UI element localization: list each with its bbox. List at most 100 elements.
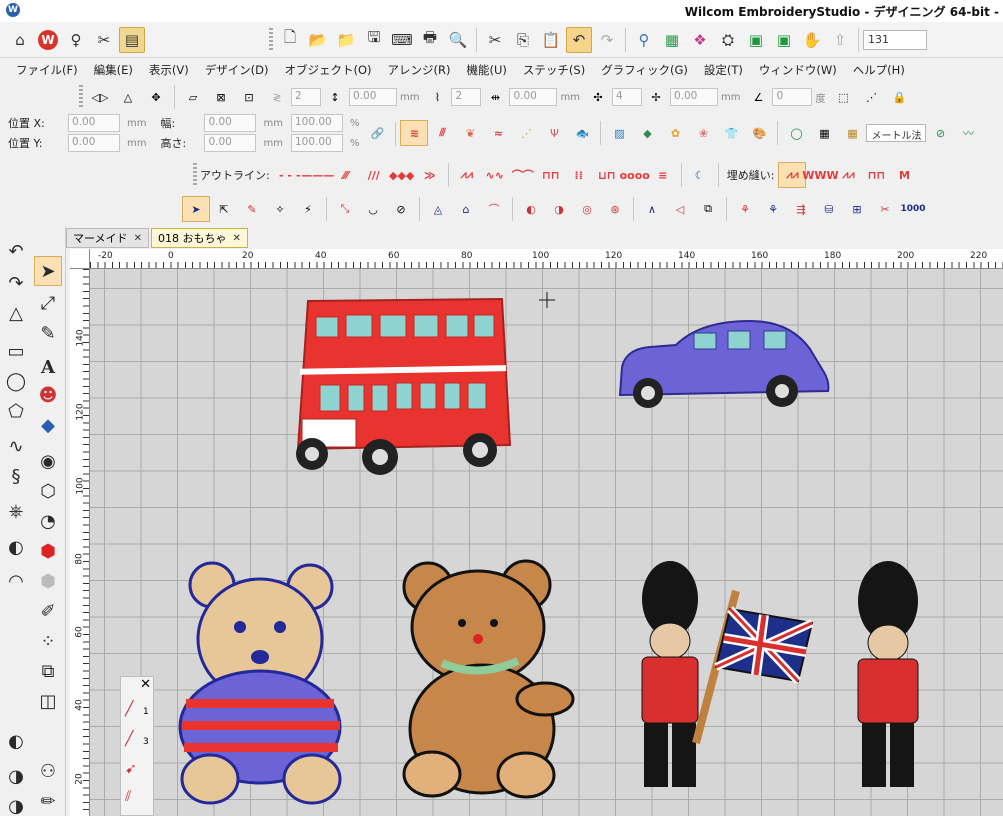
tie-2-icon[interactable]: ⚘: [759, 196, 787, 222]
measure-icon[interactable]: ⊘: [926, 120, 954, 146]
circle-c-3-icon[interactable]: ◑: [2, 761, 30, 791]
transform-field-5[interactable]: 4: [611, 88, 642, 106]
knife-icon[interactable]: ⊘: [387, 196, 415, 222]
run-line-icon[interactable]: ╱: [125, 701, 133, 717]
squares-icon[interactable]: ◫: [34, 686, 62, 716]
select-tool-icon[interactable]: ➤: [34, 256, 62, 286]
triple-run-icon[interactable]: ———: [301, 162, 334, 188]
copy-icon[interactable]: ⎘: [510, 27, 536, 53]
guard-standing-design[interactable]: [857, 561, 919, 787]
shapes-icon[interactable]: ◆: [633, 120, 661, 146]
feather-icon[interactable]: ⋰: [512, 120, 540, 146]
wilcom-logo-icon[interactable]: W: [35, 27, 61, 53]
paste-icon[interactable]: 📋: [538, 27, 564, 53]
print-icon[interactable]: 🖶: [417, 27, 443, 53]
scissors-icon[interactable]: ✂: [871, 196, 899, 222]
menu-settings[interactable]: 設定(T): [696, 62, 751, 78]
wand-select-icon[interactable]: ⚡: [294, 196, 322, 222]
arc-icon[interactable]: ⌒: [480, 196, 508, 222]
mirror-v-icon[interactable]: △: [114, 84, 142, 110]
transform-field-7[interactable]: 0: [772, 88, 813, 106]
layers-icon[interactable]: ⧉: [34, 656, 62, 686]
menu-view[interactable]: 表示(V): [141, 62, 197, 78]
balloon-icon[interactable]: ♀: [63, 27, 89, 53]
tab-mermaid[interactable]: マーメイド ✕: [66, 228, 149, 248]
scale-box-icon[interactable]: ⊠: [207, 84, 235, 110]
transform-field-1[interactable]: 2: [291, 88, 321, 106]
menu-design[interactable]: デザイン(D): [197, 62, 277, 78]
open-recent-icon[interactable]: 📁: [333, 27, 359, 53]
transform-field-2[interactable]: 0.00: [349, 88, 397, 106]
bead-icon[interactable]: ◆◆◆: [388, 162, 416, 188]
pencil-icon[interactable]: ✏: [34, 786, 62, 816]
hoop-shape-icon[interactable]: ◯: [782, 120, 810, 146]
arrange-icon[interactable]: ✣: [584, 84, 612, 110]
hand-icon[interactable]: ✋: [799, 27, 825, 53]
brown-teddy-design[interactable]: [402, 559, 575, 799]
stem-icon[interactable]: ⁞⁞: [565, 162, 593, 188]
satin-border-icon[interactable]: ≡: [649, 162, 677, 188]
backstitch-icon[interactable]: ⁄⁄⁄: [332, 162, 360, 188]
rainbow-icon[interactable]: ◠: [2, 566, 30, 596]
tie-icon[interactable]: ⚘: [731, 196, 759, 222]
spacing-icon[interactable]: ⇹: [481, 84, 509, 110]
fill-wave-icon[interactable]: ⩘⩘: [834, 162, 862, 188]
fill-square-icon[interactable]: ⊓⊓: [862, 162, 890, 188]
curve-node-icon[interactable]: ↶: [2, 236, 30, 266]
ruler-icon[interactable]: ⌇: [423, 84, 451, 110]
target-icon[interactable]: ◉: [34, 446, 62, 476]
stitch-count-icon[interactable]: 1000: [899, 196, 927, 222]
fish-icon[interactable]: 🐟: [568, 120, 596, 146]
rectangle-icon[interactable]: ▭: [2, 336, 30, 366]
tools-icon[interactable]: ✂: [91, 27, 117, 53]
digitize-icon[interactable]: ⎈: [2, 496, 30, 526]
sphere-icon[interactable]: ⚇: [34, 756, 62, 786]
shapes-mix-icon[interactable]: ⬠: [2, 396, 30, 426]
select-dots-icon[interactable]: ⋰: [857, 84, 885, 110]
copy-node-icon[interactable]: ⧉: [694, 196, 722, 222]
height-field[interactable]: 0.00: [204, 134, 257, 152]
menu-arrange[interactable]: アレンジ(R): [380, 62, 459, 78]
hexagon-icon[interactable]: ⬡: [34, 476, 62, 506]
tatami-stitch-icon[interactable]: ⫻: [428, 120, 456, 146]
bus-design[interactable]: [296, 297, 512, 475]
bowl-icon[interactable]: ◡: [359, 196, 387, 222]
green-square-1-icon[interactable]: ▣: [743, 27, 769, 53]
c-shape-icon[interactable]: ◔: [34, 506, 62, 536]
arrow-up-icon[interactable]: ⇧: [827, 27, 853, 53]
leaf-icon[interactable]: ❦: [456, 120, 484, 146]
angle-node-icon[interactable]: ∧: [638, 196, 666, 222]
menu-object[interactable]: オブジェクト(O): [277, 62, 380, 78]
menu-help[interactable]: ヘルプ(H): [845, 62, 913, 78]
grid-yellow-icon[interactable]: ▦: [838, 120, 866, 146]
needle-icon[interactable]: ✐: [34, 596, 62, 626]
redo-icon[interactable]: ↷: [594, 27, 620, 53]
lasso-select-icon[interactable]: ✎: [238, 196, 266, 222]
triangle-node-icon[interactable]: ◁: [666, 196, 694, 222]
save-icon[interactable]: 🖫: [361, 27, 387, 53]
angle-icon[interactable]: ∠: [744, 84, 772, 110]
insert-design-icon[interactable]: ⌨: [389, 27, 415, 53]
grid-icon[interactable]: ▦: [810, 120, 838, 146]
pattern-stitch-icon[interactable]: ≈: [484, 120, 512, 146]
run-stitch-icon[interactable]: - - -: [276, 162, 304, 188]
design-canvas[interactable]: -20 0 20 40 60 80 100 120 140 160 180 20…: [70, 249, 1003, 816]
curve-node-2-icon[interactable]: ↷: [2, 268, 30, 298]
hoop-icon[interactable]: ⛭: [715, 27, 741, 53]
monogram-icon[interactable]: ◆: [34, 410, 62, 440]
star-select-icon[interactable]: ✧: [266, 196, 294, 222]
star-icon[interactable]: ✿: [661, 120, 689, 146]
palette-icon[interactable]: 🎨: [745, 120, 773, 146]
grey-hexagon-icon[interactable]: ⬢: [34, 566, 62, 596]
select-arrow-icon[interactable]: ➤: [182, 196, 210, 222]
spiral-icon[interactable]: §: [2, 461, 30, 491]
thread-icon[interactable]: ⚲: [631, 27, 657, 53]
pos-x-field[interactable]: 0.00: [68, 114, 120, 132]
square-wave-icon[interactable]: ⊓⊓: [537, 162, 565, 188]
height-pct-field[interactable]: 100.00: [290, 134, 343, 152]
team-names-icon[interactable]: ☻: [34, 380, 62, 410]
node-icon[interactable]: ◬: [424, 196, 452, 222]
close-icon[interactable]: ✕: [140, 677, 151, 692]
column-icon[interactable]: ⊞: [843, 196, 871, 222]
triple-line-icon[interactable]: ╱: [125, 731, 133, 747]
